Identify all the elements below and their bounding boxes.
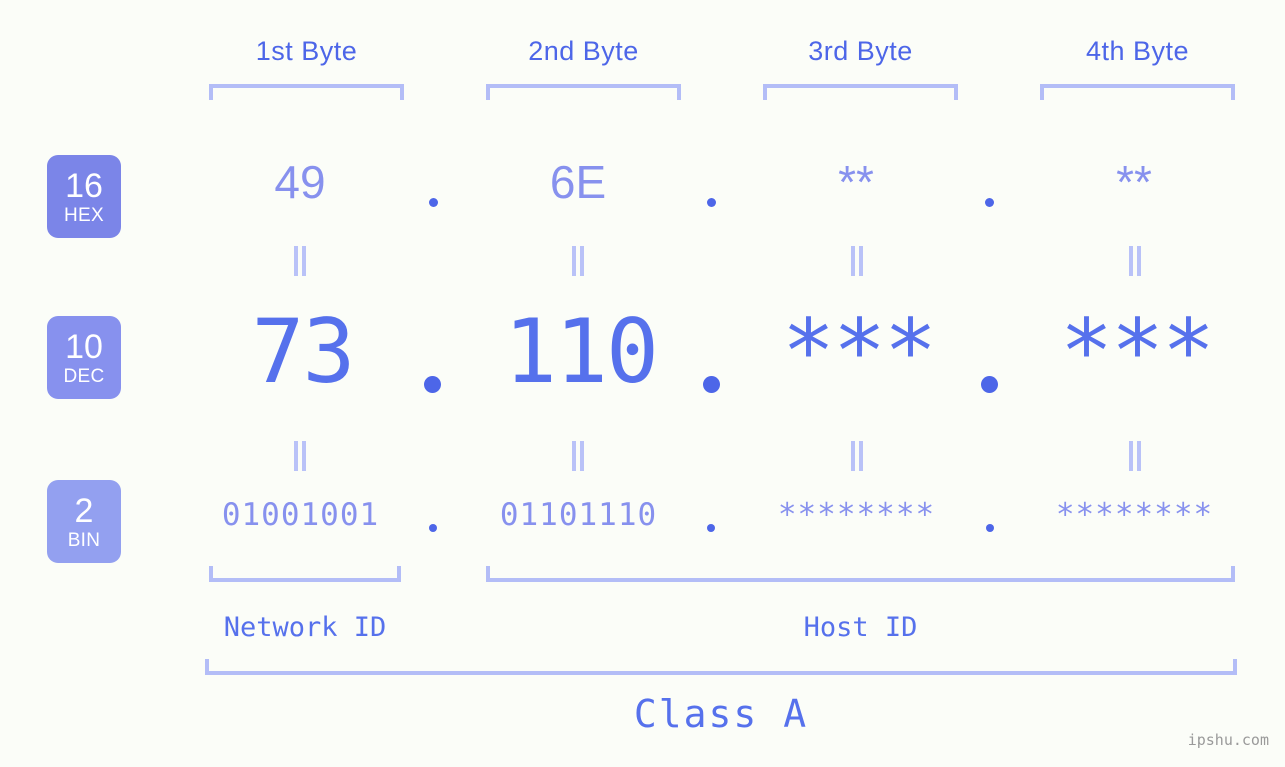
dec-separator-3 [981, 376, 998, 393]
bin-separator-1 [429, 524, 437, 532]
equals-marker-hex-dec-4 [1127, 246, 1143, 276]
hex-byte-2: 6E [549, 156, 607, 208]
dec-byte-1: 73 [251, 300, 356, 403]
byte-bracket-2 [486, 84, 681, 100]
base-badge-dec-abbr: DEC [63, 365, 105, 387]
bin-separator-2 [707, 524, 715, 532]
base-badge-hex: 16 HEX [47, 155, 121, 238]
hex-separator-2 [707, 198, 716, 207]
host-id-label: Host ID [803, 612, 918, 643]
bin-byte-2: 01101110 [499, 497, 658, 533]
network-id-bracket [209, 566, 401, 582]
ip-byte-breakdown-diagram: 1st Byte 2nd Byte 3rd Byte 4th Byte 16 H… [0, 0, 1285, 767]
network-id-label: Network ID [223, 612, 387, 643]
base-badge-hex-abbr: HEX [64, 204, 104, 226]
equals-marker-dec-bin-2 [570, 441, 586, 471]
byte-header-2: 2nd Byte [528, 36, 639, 66]
class-label: Class A [633, 692, 809, 736]
byte-header-1: 1st Byte [255, 36, 358, 66]
site-watermark: ipshu.com [1187, 731, 1269, 749]
dec-separator-1 [424, 376, 441, 393]
bin-byte-4: ******** [1055, 497, 1214, 533]
base-badge-bin-abbr: BIN [67, 529, 101, 551]
equals-marker-hex-dec-2 [570, 246, 586, 276]
bin-byte-1: 01001001 [221, 497, 380, 533]
dec-byte-2: 110 [504, 300, 659, 403]
dec-separator-2 [703, 376, 720, 393]
base-badge-bin-number: 2 [74, 491, 94, 530]
dec-byte-3: *** [782, 300, 937, 403]
equals-marker-hex-dec-3 [849, 246, 865, 276]
bin-separator-3 [986, 524, 994, 532]
equals-marker-dec-bin-4 [1127, 441, 1143, 471]
dec-byte-4: *** [1060, 300, 1215, 403]
equals-marker-hex-dec-1 [292, 246, 308, 276]
hex-byte-4: ** [1116, 156, 1152, 208]
byte-header-3: 3rd Byte [808, 36, 913, 66]
class-bracket [205, 659, 1237, 675]
hex-byte-1: 49 [274, 156, 326, 208]
base-badge-dec: 10 DEC [47, 316, 121, 399]
byte-bracket-1 [209, 84, 404, 100]
base-badge-dec-number: 10 [65, 327, 103, 366]
base-badge-bin: 2 BIN [47, 480, 121, 563]
byte-header-4: 4th Byte [1085, 36, 1190, 66]
bin-byte-3: ******** [777, 497, 936, 533]
equals-marker-dec-bin-3 [849, 441, 865, 471]
equals-marker-dec-bin-1 [292, 441, 308, 471]
base-badge-hex-number: 16 [65, 166, 103, 205]
byte-bracket-3 [763, 84, 958, 100]
host-id-bracket [486, 566, 1235, 582]
hex-byte-3: ** [838, 156, 874, 208]
hex-separator-1 [429, 198, 438, 207]
hex-separator-3 [985, 198, 994, 207]
byte-bracket-4 [1040, 84, 1235, 100]
